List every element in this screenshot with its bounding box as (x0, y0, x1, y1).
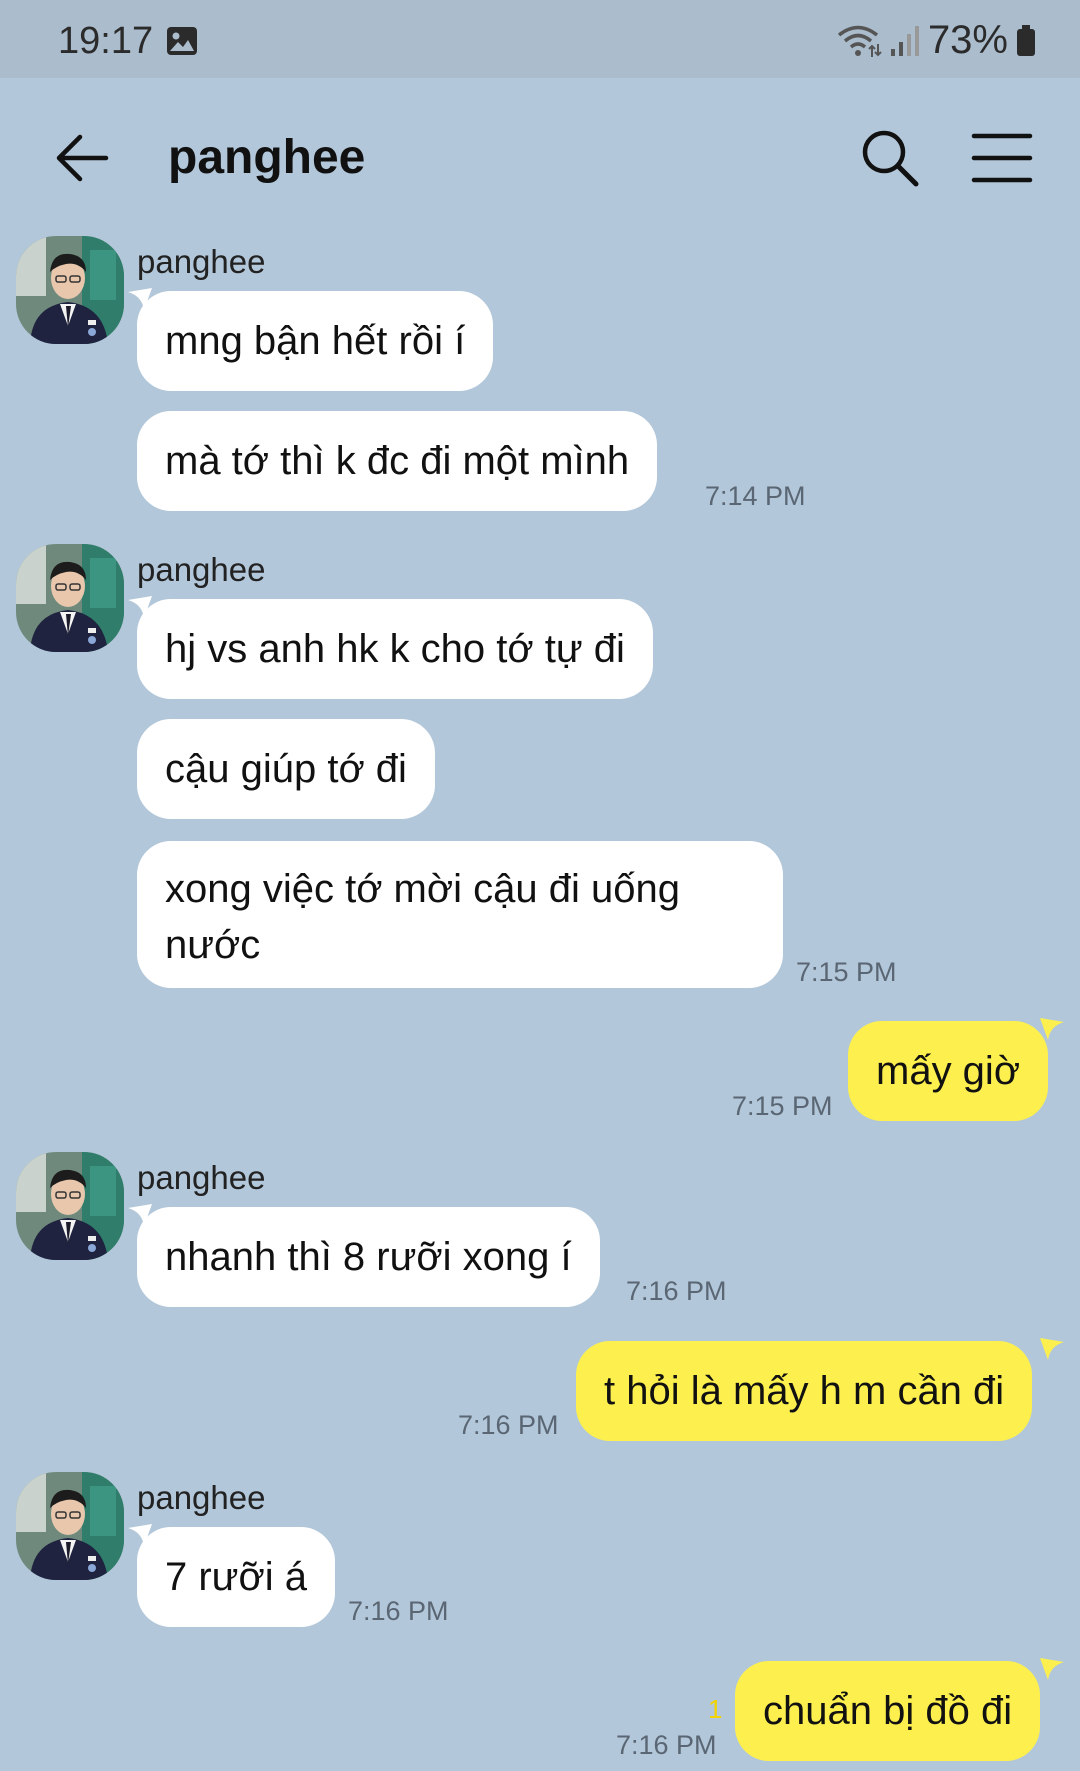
sender-name: panghee (137, 243, 266, 280)
avatar[interactable] (16, 544, 124, 652)
message-bubble[interactable]: mng bận hết rồi í (137, 291, 494, 391)
sender-name: panghee (137, 1479, 266, 1516)
avatar[interactable] (16, 1472, 124, 1580)
bubble-tail (1040, 1338, 1064, 1360)
message-bubble[interactable]: hj vs anh hk k cho tớ tự đi (137, 599, 653, 699)
message-bubble-outgoing[interactable]: mấy giờ (848, 1021, 1049, 1121)
battery-icon (1017, 24, 1035, 56)
message-bubble[interactable]: xong việc tớ mời cậu đi uống nước (137, 841, 783, 988)
image-icon (167, 27, 197, 55)
message-time: 7:16 PM (348, 1596, 449, 1626)
sender-name: panghee (137, 551, 266, 588)
status-time: 19:17 (58, 20, 154, 62)
menu-icon[interactable] (970, 130, 1034, 186)
message-bubble[interactable]: mà tớ thì k đc đi một mình (137, 411, 658, 511)
status-bar: 19:17 73% (0, 0, 1080, 78)
message-bubble[interactable]: nhanh thì 8 rưỡi xong í (137, 1207, 600, 1307)
back-arrow-icon[interactable] (52, 128, 112, 188)
message-time: 7:15 PM (796, 957, 897, 987)
avatar[interactable] (16, 236, 124, 344)
battery-percent: 73% (927, 18, 1008, 62)
sender-name: panghee (137, 1159, 266, 1196)
chat-title: panghee (168, 131, 366, 184)
message-time: 7:16 PM (616, 1730, 717, 1760)
bubble-tail (1040, 1018, 1064, 1040)
message-bubble-outgoing[interactable]: t hỏi là mấy h m cần đi (576, 1341, 1033, 1441)
unread-count: 1 (708, 1694, 723, 1724)
wifi-icon (837, 25, 882, 57)
message-time: 7:15 PM (732, 1091, 833, 1121)
message-bubble[interactable]: cậu giúp tớ đi (137, 719, 435, 819)
signal-icon (890, 25, 919, 56)
message-time: 7:14 PM (705, 481, 806, 511)
chat-header: panghee (0, 78, 1080, 238)
message-bubble-outgoing[interactable]: chuẩn bị đồ đi (735, 1661, 1041, 1761)
message-time: 7:16 PM (626, 1276, 727, 1306)
message-bubble[interactable]: 7 rưỡi á (137, 1527, 335, 1627)
search-icon[interactable] (858, 126, 922, 190)
avatar[interactable] (16, 1152, 124, 1260)
message-time: 7:16 PM (458, 1410, 559, 1440)
bubble-tail (1040, 1658, 1064, 1680)
